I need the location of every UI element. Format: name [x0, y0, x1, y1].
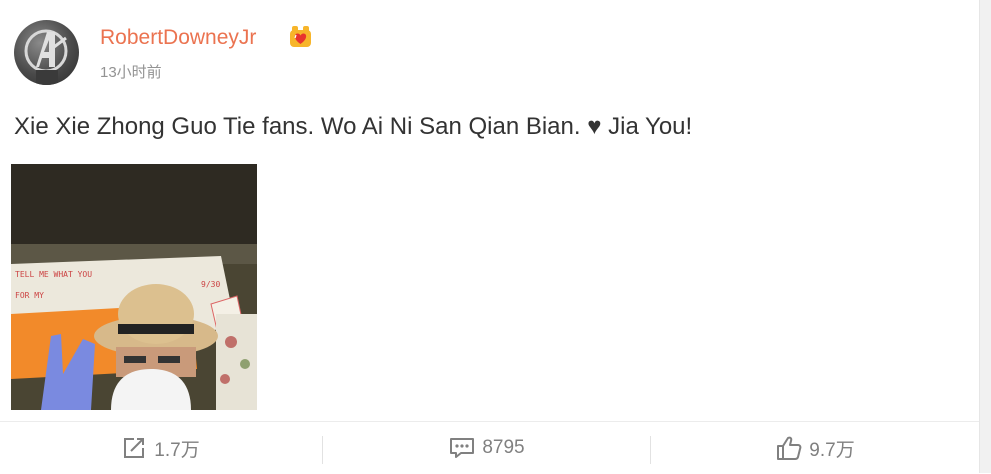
repost-button[interactable]: 1.7万: [0, 422, 322, 474]
comment-button[interactable]: 8795: [323, 422, 650, 474]
scrollbar-track[interactable]: [979, 0, 991, 473]
repost-count: 1.7万: [154, 439, 200, 461]
user-avatar[interactable]: V: [14, 20, 79, 85]
fan-heart-badge-icon[interactable]: [288, 25, 313, 49]
post-timestamp[interactable]: 13小时前: [100, 61, 162, 82]
like-count: 9.7万: [809, 439, 855, 461]
post-action-bar: 1.7万 8795 9.7万: [0, 421, 979, 474]
avengers-logo-icon: [24, 29, 68, 85]
comment-icon: [450, 438, 475, 458]
username-link[interactable]: RobertDowneyJr: [100, 26, 256, 50]
comment-count: 8795: [482, 437, 525, 458]
post-content: Xie Xie Zhong Guo Tie fans. Wo Ai Ni San…: [14, 113, 693, 140]
repost-icon: [124, 438, 145, 458]
post-photo[interactable]: TELL ME WHAT YOU FOR MY 9/30: [11, 164, 257, 410]
svg-text:TELL ME WHAT YOU: TELL ME WHAT YOU: [15, 270, 92, 279]
svg-text:FOR MY: FOR MY: [15, 291, 44, 300]
weibo-post-card: V RobertDowneyJr 13小时前 Xie Xie Zhong Guo…: [0, 0, 979, 473]
thumbs-up-icon: [777, 436, 802, 460]
svg-text:9/30: 9/30: [201, 280, 220, 289]
like-button[interactable]: 9.7万: [651, 422, 979, 474]
